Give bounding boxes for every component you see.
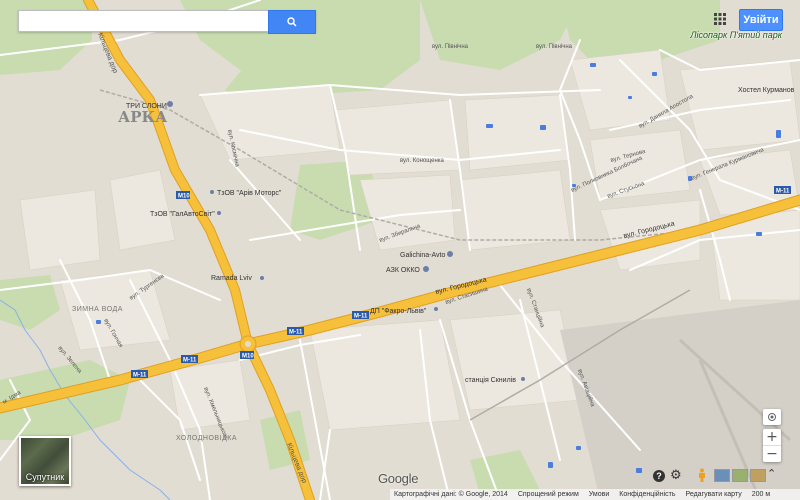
poi-label-fakro: ДП "Факро-Львів" xyxy=(370,307,427,315)
photo-thumbnail[interactable] xyxy=(732,469,748,482)
map-canvas[interactable]: М10 М10 М-11 М-11 М-11 М-11 М-11 Кільцев… xyxy=(0,0,800,500)
poi-label-arii-motors: ТзОВ "Арів Моторс" xyxy=(217,189,282,197)
lite-mode-link[interactable]: Спрощений режим xyxy=(518,491,579,498)
m11-label: М-11 xyxy=(289,330,303,336)
area-label-zymna-voda: ЗИМНА ВОДА xyxy=(72,306,123,313)
shopping-icon[interactable] xyxy=(167,101,173,107)
road-label-pivnichna-2: вул. Північна xyxy=(536,44,573,50)
m11-label: М-11 xyxy=(133,373,147,379)
area-label-kholodnovidka: ХОЛОДНОВІДКА xyxy=(176,435,237,442)
footer-bar: Картографічні дані: © Google, 2014 Спрощ… xyxy=(390,489,800,500)
search-button[interactable] xyxy=(268,10,316,34)
search-icon xyxy=(287,17,297,27)
pegman-icon[interactable] xyxy=(697,468,707,482)
copyright-text: Картографічні дані: © Google, 2014 xyxy=(394,491,508,498)
poi-marker[interactable] xyxy=(210,190,214,194)
roundabout-center xyxy=(245,341,251,347)
m10-label: М10 xyxy=(242,354,254,360)
scale-label: 200 м xyxy=(751,491,771,498)
poi-label-stantsiya: станція Скнилів xyxy=(465,376,516,384)
photo-thumbnail[interactable] xyxy=(714,469,730,482)
m11-label: М-11 xyxy=(354,314,368,320)
google-logo: Google xyxy=(378,471,419,486)
zoom-in-button[interactable]: + xyxy=(763,429,781,445)
road-label-pivnichna: вул. Північна xyxy=(432,44,469,50)
satellite-toggle[interactable]: Супутник xyxy=(19,436,71,486)
apps-grid-icon[interactable] xyxy=(713,12,727,26)
road-label-konoshchenka: вул. Конощенка xyxy=(400,158,445,164)
poi-marker[interactable] xyxy=(434,307,438,311)
car-dealer-icon[interactable] xyxy=(447,251,453,257)
help-button[interactable]: ? xyxy=(653,470,665,482)
zoom-out-button[interactable]: − xyxy=(763,445,781,462)
search-input[interactable] xyxy=(25,12,269,32)
gas-station-icon[interactable] xyxy=(423,266,429,272)
expand-icon[interactable]: ⌃ xyxy=(767,467,776,480)
park-label: Лісопарк П'ятий парк xyxy=(690,30,782,40)
locate-icon xyxy=(768,413,776,421)
poi-label-ramada: Ramada Lviv xyxy=(211,275,252,282)
poi-marker[interactable] xyxy=(521,377,525,381)
locate-button[interactable] xyxy=(763,409,781,425)
sign-in-button[interactable]: Увійти xyxy=(739,9,783,31)
brand-label-arka: АРКА xyxy=(118,108,168,126)
m11-label: М-11 xyxy=(183,358,197,364)
map-svg[interactable]: М10 М10 М-11 М-11 М-11 М-11 М-11 Кільцев… xyxy=(0,0,800,500)
poi-label-hostel: Хостел Курманов xyxy=(738,87,795,94)
poi-label-halavtosvit: ТзОВ "ГалАвтоСвіт" xyxy=(150,210,215,218)
m10-label: М10 xyxy=(178,194,190,200)
poi-marker[interactable] xyxy=(260,276,264,280)
satellite-label: Супутник xyxy=(25,472,65,482)
gear-icon[interactable]: ⚙ xyxy=(670,468,682,483)
zoom-control: + − xyxy=(763,429,781,462)
poi-label-galichina-avto: Galichina-Avto xyxy=(400,252,446,259)
privacy-link[interactable]: Конфіденційність xyxy=(619,491,675,498)
poi-marker[interactable] xyxy=(217,211,221,215)
locate-control xyxy=(763,409,781,425)
m11-label: М-11 xyxy=(776,189,790,195)
search-bar xyxy=(18,10,316,34)
photo-thumbnail[interactable] xyxy=(750,469,766,482)
imagery-thumbnails xyxy=(714,469,766,482)
poi-label-azk-okko: АЗК ОККО xyxy=(386,267,420,274)
edit-map-link[interactable]: Редагувати карту xyxy=(686,491,742,498)
terms-link[interactable]: Умови xyxy=(589,491,609,498)
